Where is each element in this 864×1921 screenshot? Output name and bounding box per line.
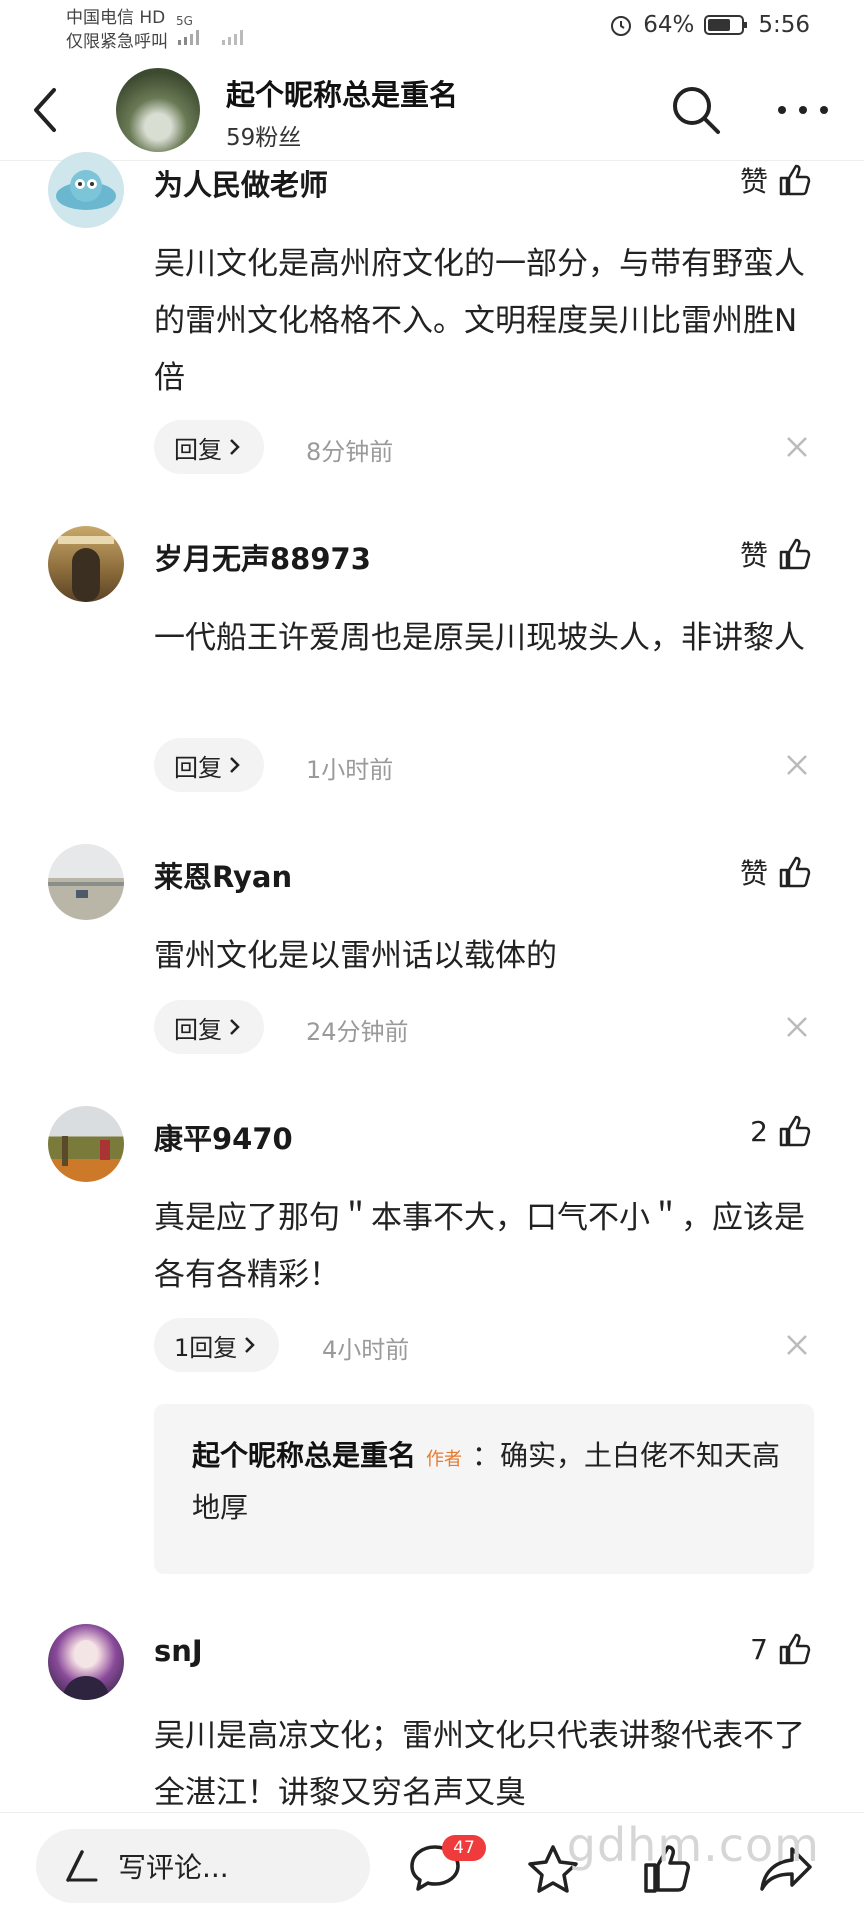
like-count: 赞 (739, 165, 768, 198)
comment-time: 8分钟前 (306, 438, 394, 466)
scenery-avatar-icon (62, 1136, 110, 1166)
user-avatar[interactable] (48, 1106, 124, 1182)
reply-label: 回复 (174, 1015, 222, 1044)
comment-text: 吴川文化是高州府文化的一部分，与带有野蛮人的雷州文化格格不入。文明程度吴川比雷州… (154, 246, 805, 396)
user-avatar[interactable] (48, 844, 124, 920)
thumbs-up-icon (779, 856, 811, 888)
user-avatar[interactable] (48, 1624, 124, 1700)
like-count: 赞 (739, 539, 768, 572)
like-count: 7 (750, 1632, 768, 1666)
reply-button[interactable]: 1回复 (154, 1318, 280, 1372)
battery-percent: 64% (643, 12, 695, 38)
chevron-right-icon (230, 757, 240, 773)
close-icon[interactable] (786, 1334, 808, 1356)
comment-username[interactable]: 莱恩Ryan (154, 854, 292, 896)
watermark: gdhm.com (566, 1818, 820, 1872)
close-icon[interactable] (786, 436, 808, 458)
carrier-line1: 中国电信 HD (66, 8, 166, 28)
reply-label: 回复 (174, 753, 222, 782)
carrier-info: 中国电信 HD 仅限紧急呼叫 (66, 6, 168, 54)
thumbs-up-icon (779, 1115, 811, 1147)
comment-input[interactable]: 写评论... (36, 1829, 370, 1903)
comment-text: 雷州文化是以雷州话以载体的 (154, 938, 557, 974)
signal-icon (178, 30, 243, 45)
thumbs-up-icon (779, 538, 811, 570)
chevron-right-icon (245, 1337, 256, 1353)
author-badge: 作者 (426, 1449, 463, 1470)
comment-time: 24分钟前 (306, 1018, 409, 1046)
sub-reply-box[interactable]: 起个昵称总是重名 作者 ：确实，土白佬不知天高地厚 (154, 1404, 814, 1574)
author-avatar[interactable] (116, 68, 200, 152)
reply-button[interactable]: 回复 (154, 738, 264, 792)
chevron-right-icon (230, 1019, 240, 1035)
pen-icon (66, 1850, 98, 1882)
back-icon[interactable] (30, 86, 60, 134)
reply-button[interactable]: 回复 (154, 1000, 264, 1054)
reply-button[interactable]: 回复 (154, 420, 264, 474)
reply-label: 1回复 (174, 1333, 238, 1362)
cartoon-avatar-icon (56, 170, 116, 210)
close-icon[interactable] (786, 1016, 808, 1038)
author-name[interactable]: 起个昵称总是重名 (226, 72, 458, 114)
doorway-avatar-icon (58, 536, 114, 602)
comment-count-badge: 47 (442, 1835, 486, 1861)
like-button[interactable]: 赞 (740, 160, 812, 200)
status-bar: 中国电信 HD 仅限紧急呼叫 5G 64% 5:56 (0, 0, 864, 58)
clock: 5:56 (758, 12, 810, 38)
more-icon[interactable] (776, 104, 830, 116)
battery-icon (704, 15, 748, 35)
comment-text: 真是应了那句＂本事不大，口气不小＂，应该是各有各精彩！ (154, 1200, 805, 1293)
like-button[interactable]: 2 (750, 1114, 812, 1148)
carrier-line2: 仅限紧急呼叫 (66, 32, 168, 52)
sub-reply-author[interactable]: 起个昵称总是重名 (192, 1439, 416, 1472)
status-right: 64% 5:56 (609, 12, 810, 38)
comment-username[interactable]: snJ (154, 1634, 203, 1668)
portrait-avatar-icon (62, 1640, 110, 1700)
comment-text: 一代船王许爱周也是原吴川现坡头人，非讲黎人 (154, 620, 805, 656)
header: 起个昵称总是重名 59粉丝 (0, 58, 864, 161)
search-icon[interactable] (670, 84, 722, 136)
reply-label: 回复 (174, 435, 222, 464)
sub-reply: 起个昵称总是重名 作者 ：确实，土白佬不知天高地厚 (192, 1432, 792, 1532)
thumbs-up-icon (779, 164, 811, 196)
close-icon[interactable] (786, 754, 808, 776)
author-fans-count: 59粉丝 (226, 125, 302, 151)
thumbs-up-icon (779, 1633, 811, 1665)
comment-time: 1小时前 (306, 756, 394, 784)
comment-placeholder: 写评论... (118, 1851, 229, 1884)
comment-username[interactable]: 岁月无声88973 (154, 536, 371, 578)
like-count: 赞 (739, 857, 768, 890)
user-avatar[interactable] (48, 152, 124, 228)
like-button[interactable]: 赞 (740, 852, 812, 892)
chevron-right-icon (230, 439, 240, 455)
comment-text: 吴川是高凉文化；雷州文化只代表讲黎代表不了全湛江！讲黎又穷名声又臭 (154, 1718, 805, 1811)
comment-username[interactable]: 为人民做老师 (154, 162, 328, 204)
user-avatar[interactable] (48, 526, 124, 602)
landscape-avatar-icon (48, 882, 124, 898)
comment-username[interactable]: 康平9470 (154, 1116, 293, 1158)
alarm-icon (611, 16, 632, 36)
like-button[interactable]: 7 (750, 1632, 812, 1666)
like-count: 2 (750, 1114, 768, 1148)
like-button[interactable]: 赞 (740, 534, 812, 574)
comment-time: 4小时前 (322, 1336, 410, 1364)
